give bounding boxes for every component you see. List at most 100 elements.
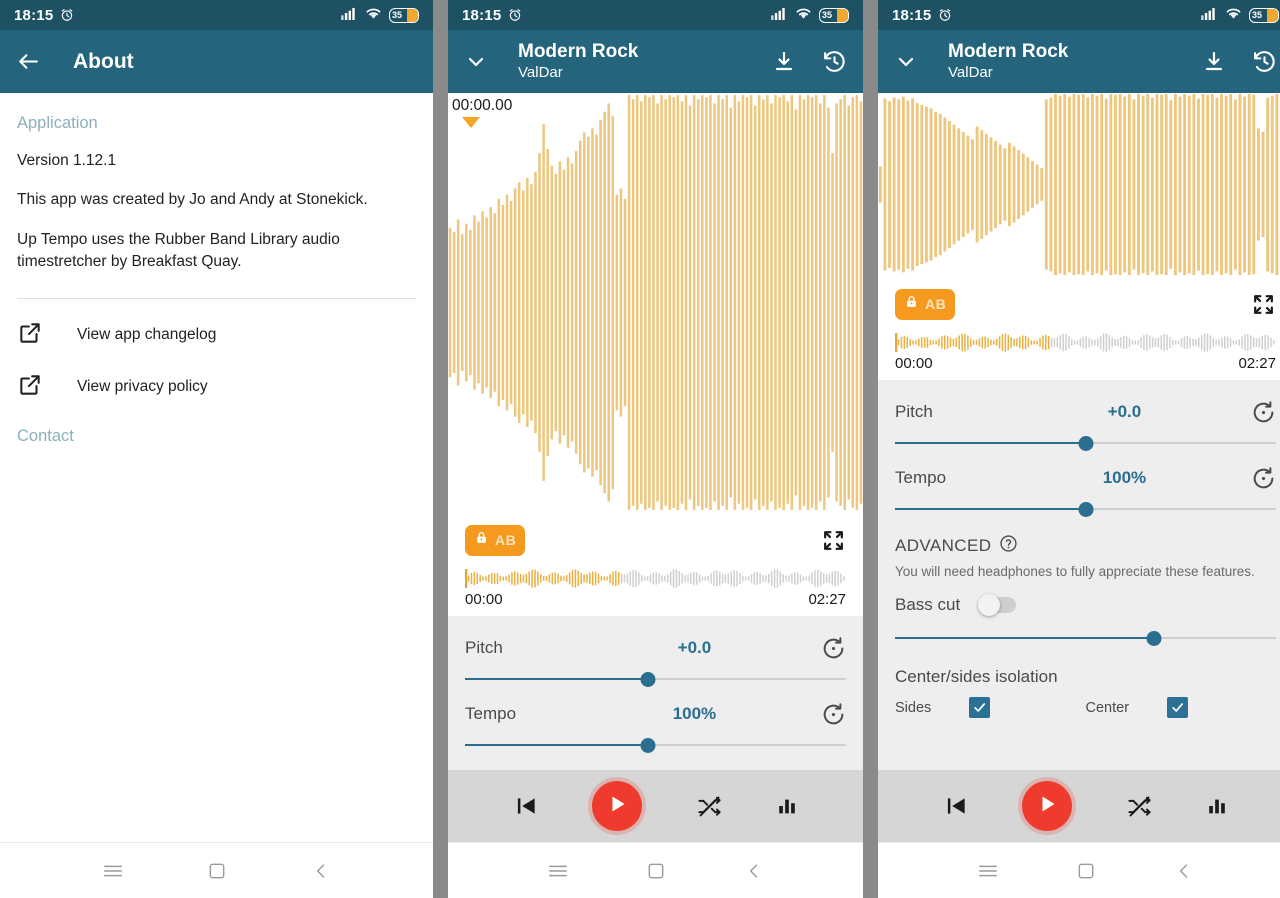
transport-bar-player — [448, 770, 863, 842]
waveform-display-player[interactable]: 00:00.00 — [448, 93, 863, 512]
ab-loop-button[interactable]: AB — [895, 288, 956, 320]
home-square-icon[interactable] — [207, 861, 227, 881]
waveform-display-advanced[interactable] — [878, 93, 1280, 276]
back-chevron-icon[interactable] — [311, 861, 331, 881]
tempo-control-row: Tempo 100% — [895, 458, 1276, 498]
lock-icon — [474, 530, 489, 550]
back-arrow-icon[interactable] — [16, 49, 41, 74]
external-link-icon — [17, 320, 43, 351]
progress-bar[interactable] — [465, 568, 846, 589]
android-nav-bar-advanced — [878, 842, 1280, 898]
advanced-subtitle: You will need headphones to fully apprec… — [895, 564, 1255, 579]
android-nav-bar-about — [0, 842, 433, 898]
reset-icon[interactable] — [1251, 466, 1276, 491]
equalizer-icon[interactable] — [1206, 795, 1228, 817]
controls-panel-advanced: Pitch +0.0 Tempo 100% ADVANCED You will … — [878, 380, 1280, 770]
equalizer-icon[interactable] — [776, 795, 798, 817]
chevron-down-icon[interactable] — [894, 50, 918, 74]
fullscreen-icon[interactable] — [821, 528, 846, 553]
bass-cut-slider[interactable] — [895, 627, 1276, 649]
status-time: 18:15 — [14, 6, 54, 24]
skip-previous-icon[interactable] — [513, 793, 539, 819]
pitch-value: +0.0 — [1107, 402, 1142, 421]
play-icon — [1035, 792, 1059, 821]
progress-end-time: 02:27 — [808, 591, 846, 608]
menu-icon[interactable] — [102, 860, 124, 882]
screenshot-root: 18:15 35 About Application Version 1.12.… — [0, 0, 1280, 898]
progress-times: 00:00 02:27 — [465, 591, 846, 614]
history-icon[interactable] — [1252, 49, 1277, 74]
progress-section-player: 00:00 02:27 — [448, 568, 863, 616]
ab-loop-button[interactable]: AB — [465, 524, 526, 556]
tempo-slider[interactable] — [465, 734, 846, 756]
battery-level: 35 — [1252, 9, 1263, 20]
history-icon[interactable] — [822, 49, 847, 74]
home-square-icon[interactable] — [646, 861, 666, 881]
alarm-icon — [508, 8, 522, 22]
battery-indicator: 35 — [389, 7, 419, 23]
section-heading-application: Application — [17, 114, 98, 132]
chevron-down-icon[interactable] — [464, 50, 488, 74]
tempo-slider[interactable] — [895, 498, 1276, 520]
pitch-value: +0.0 — [677, 638, 712, 657]
lock-icon — [904, 294, 919, 314]
app-credit-created: This app was created by Jo and Andy at S… — [17, 191, 368, 209]
menu-icon[interactable] — [547, 860, 569, 882]
play-button[interactable] — [592, 781, 643, 831]
phone-screen-about: 18:15 35 About Application Version 1.12.… — [0, 0, 433, 898]
reset-icon[interactable] — [821, 636, 846, 661]
battery-level: 35 — [392, 9, 403, 20]
content-divider — [17, 297, 416, 299]
isolation-title: Center/sides isolation — [895, 667, 1058, 687]
fullscreen-icon[interactable] — [1251, 292, 1276, 317]
back-chevron-icon[interactable] — [744, 861, 764, 881]
panel-gap-2 — [863, 0, 878, 898]
progress-section-advanced: 00:00 02:27 — [878, 332, 1280, 380]
shuffle-disabled-icon[interactable] — [696, 793, 723, 820]
reset-icon[interactable] — [821, 702, 846, 727]
progress-bar[interactable] — [895, 332, 1276, 353]
signal-icon — [771, 7, 788, 24]
skip-previous-icon[interactable] — [943, 793, 969, 819]
checkbox-checked-icon[interactable] — [969, 697, 991, 719]
shuffle-disabled-icon[interactable] — [1126, 793, 1153, 820]
download-icon[interactable] — [1202, 50, 1226, 74]
sides-label: Sides — [895, 699, 932, 716]
track-info: Modern Rock ValDar — [948, 41, 1068, 83]
play-button[interactable] — [1022, 781, 1073, 831]
wifi-icon — [365, 7, 382, 24]
back-chevron-icon[interactable] — [1174, 861, 1194, 881]
progress-start-time: 00:00 — [465, 591, 503, 608]
pitch-slider[interactable] — [895, 432, 1276, 454]
panel-gap-1 — [433, 0, 448, 898]
battery-indicator: 35 — [819, 7, 849, 23]
reset-icon[interactable] — [1251, 400, 1276, 425]
about-bottom-spacer — [0, 467, 433, 842]
track-title: Modern Rock — [948, 40, 1069, 62]
link-view-app-changelog[interactable]: View app changelog — [17, 320, 416, 351]
help-circle-icon[interactable] — [999, 534, 1018, 558]
app-bar-actions — [772, 49, 847, 74]
download-icon[interactable] — [772, 50, 796, 74]
about-app-bar: About — [0, 30, 433, 93]
checkbox-checked-icon[interactable] — [1167, 697, 1189, 719]
player-app-bar: Modern Rock ValDar — [448, 30, 863, 93]
track-artist: ValDar — [948, 63, 993, 81]
section-heading-contact: Contact — [17, 426, 74, 445]
controls-panel-player: Pitch +0.0 Tempo 100% — [448, 616, 863, 770]
link-label: View privacy policy — [77, 378, 208, 396]
home-square-icon[interactable] — [1076, 861, 1096, 881]
bass-cut-toggle[interactable] — [978, 594, 1017, 617]
advanced-app-bar: Modern Rock ValDar — [878, 30, 1280, 93]
status-right-icons: 35 — [341, 7, 419, 24]
status-bar-player: 18:15 35 — [448, 0, 863, 30]
status-time: 18:15 — [462, 6, 502, 24]
link-view-privacy-policy[interactable]: View privacy policy — [17, 372, 416, 403]
pitch-slider[interactable] — [465, 668, 846, 690]
phone-screen-player-advanced: 18:15 35 Modern Rock ValDar AB 00:00 02:… — [878, 0, 1280, 898]
app-version: Version 1.12.1 — [17, 152, 117, 169]
menu-icon[interactable] — [977, 860, 999, 882]
status-right-icons: 35 — [1201, 7, 1279, 24]
progress-times: 00:00 02:27 — [895, 355, 1276, 378]
bass-cut-label: Bass cut — [895, 595, 961, 615]
